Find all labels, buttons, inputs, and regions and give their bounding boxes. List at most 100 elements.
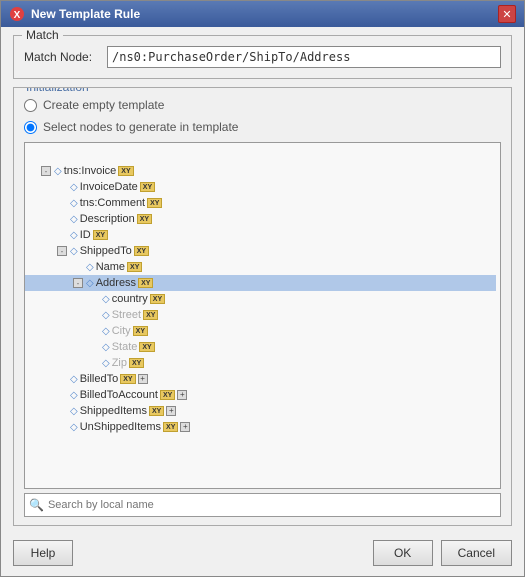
dialog-buttons: Help OK Cancel (1, 534, 524, 576)
init-group: Initialization Create empty template Sel… (13, 87, 512, 526)
tree-content: -◇tns:InvoiceXY◇InvoiceDateXY◇tns:Commen… (25, 143, 500, 488)
node-arrow-icon: ◇ (70, 230, 78, 241)
xy-badge: XY (163, 422, 178, 432)
xy-badge: XY (138, 278, 153, 288)
svg-text:X: X (14, 10, 21, 21)
tree-node[interactable]: ◇CityXY (25, 323, 496, 339)
tree-node[interactable]: ◇IDXY (25, 227, 496, 243)
match-node-row: Match Node: (24, 46, 501, 68)
radio-select-label[interactable]: Select nodes to generate in template (43, 120, 238, 134)
init-group-title: Initialization (22, 87, 93, 94)
new-template-rule-dialog: X New Template Rule ✕ Match Match Node: … (0, 0, 525, 577)
xy-badge: XY (143, 310, 158, 320)
search-row: 🔍 (24, 493, 501, 517)
tree-node-label: Zip (112, 357, 127, 369)
tree-node-label: City (112, 325, 131, 337)
tree-node-label: tns:Invoice (64, 165, 117, 177)
tree-node[interactable]: ◇StreetXY (25, 307, 496, 323)
ok-button[interactable]: OK (373, 540, 433, 566)
tree-node[interactable]: -◇AddressXY (25, 275, 496, 291)
radio-empty-label[interactable]: Create empty template (43, 98, 164, 112)
cancel-button[interactable]: Cancel (441, 540, 512, 566)
expand-icon[interactable]: - (57, 246, 67, 256)
node-arrow-icon: ◇ (70, 198, 78, 209)
tree-node[interactable]: -◇ShippedToXY (25, 243, 496, 259)
tree-node-label: Address (96, 277, 136, 289)
xy-badge: XY (139, 342, 154, 352)
tree-node[interactable]: ◇UnShippedItemsXY+ (25, 419, 496, 435)
radio-empty[interactable] (24, 99, 37, 112)
close-button[interactable]: ✕ (498, 5, 516, 23)
xy-badge: XY (118, 166, 133, 176)
tree-node-label: BilledTo (80, 373, 119, 385)
tree-node-label: State (112, 341, 138, 353)
tree-node-label: ShippedItems (80, 405, 147, 417)
xy-badge: XY (93, 230, 108, 240)
tree-node[interactable] (25, 147, 496, 163)
node-arrow-icon: ◇ (54, 166, 62, 177)
match-node-label: Match Node: (24, 50, 99, 64)
node-arrow-icon: ◇ (86, 278, 94, 289)
node-arrow-icon: ◇ (102, 326, 110, 337)
tree-node[interactable]: ◇ZipXY (25, 355, 496, 371)
tree-container[interactable]: -◇tns:InvoiceXY◇InvoiceDateXY◇tns:Commen… (24, 142, 501, 489)
node-arrow-icon: ◇ (102, 294, 110, 305)
match-node-input[interactable] (107, 46, 501, 68)
xy-badge: XY (134, 246, 149, 256)
radio-select[interactable] (24, 121, 37, 134)
expand-plus-btn[interactable]: + (166, 406, 176, 416)
help-button[interactable]: Help (13, 540, 73, 566)
xy-badge: XY (140, 182, 155, 192)
radio-select-row: Select nodes to generate in template (24, 120, 501, 134)
tree-node[interactable]: ◇NameXY (25, 259, 496, 275)
node-arrow-icon: ◇ (70, 406, 78, 417)
dialog-content: Match Match Node: Initialization Create … (1, 27, 524, 534)
xy-badge: XY (137, 214, 152, 224)
expand-icon[interactable]: - (41, 166, 51, 176)
app-icon: X (9, 6, 25, 22)
node-arrow-icon: ◇ (102, 342, 110, 353)
expand-plus-btn[interactable]: + (177, 390, 187, 400)
node-arrow-icon: ◇ (70, 182, 78, 193)
tree-node-label: tns:Comment (80, 197, 145, 209)
radio-empty-row: Create empty template (24, 98, 501, 112)
expand-plus-btn[interactable]: + (138, 374, 148, 384)
tree-node-label: country (112, 293, 148, 305)
node-arrow-icon: ◇ (70, 390, 78, 401)
match-group: Match Match Node: (13, 35, 512, 79)
tree-node[interactable]: -◇tns:InvoiceXY (25, 163, 496, 179)
tree-node-label: Description (80, 213, 135, 225)
xy-badge: XY (149, 406, 164, 416)
tree-node[interactable]: ◇InvoiceDateXY (25, 179, 496, 195)
xy-badge: XY (127, 262, 142, 272)
tree-node-label: UnShippedItems (80, 421, 161, 433)
tree-node[interactable]: ◇BilledToAccountXY+ (25, 387, 496, 403)
node-arrow-icon: ◇ (70, 214, 78, 225)
tree-node[interactable]: ◇ShippedItemsXY+ (25, 403, 496, 419)
node-arrow-icon: ◇ (102, 358, 110, 369)
xy-badge: XY (133, 326, 148, 336)
tree-node[interactable]: ◇BilledToXY+ (25, 371, 496, 387)
tree-node-label: ShippedTo (80, 245, 132, 257)
xy-badge: XY (160, 390, 175, 400)
expand-icon[interactable]: - (73, 278, 83, 288)
dialog-title: New Template Rule (31, 7, 140, 21)
tree-node[interactable]: ◇tns:CommentXY (25, 195, 496, 211)
xy-badge: XY (150, 294, 165, 304)
node-arrow-icon: ◇ (102, 310, 110, 321)
xy-badge: XY (147, 198, 162, 208)
search-input[interactable] (48, 499, 496, 511)
tree-node[interactable]: ◇countryXY (25, 291, 496, 307)
tree-node[interactable]: ◇StateXY (25, 339, 496, 355)
search-icon: 🔍 (29, 498, 44, 512)
xy-badge: XY (129, 358, 144, 368)
title-bar-left: X New Template Rule (9, 6, 140, 22)
title-bar: X New Template Rule ✕ (1, 1, 524, 27)
expand-plus-btn[interactable]: + (180, 422, 190, 432)
tree-node-label: InvoiceDate (80, 181, 138, 193)
tree-node[interactable]: ◇DescriptionXY (25, 211, 496, 227)
node-arrow-icon: ◇ (70, 246, 78, 257)
tree-node-label: ID (80, 229, 91, 241)
tree-node-label: BilledToAccount (80, 389, 158, 401)
match-group-title: Match (22, 28, 63, 42)
